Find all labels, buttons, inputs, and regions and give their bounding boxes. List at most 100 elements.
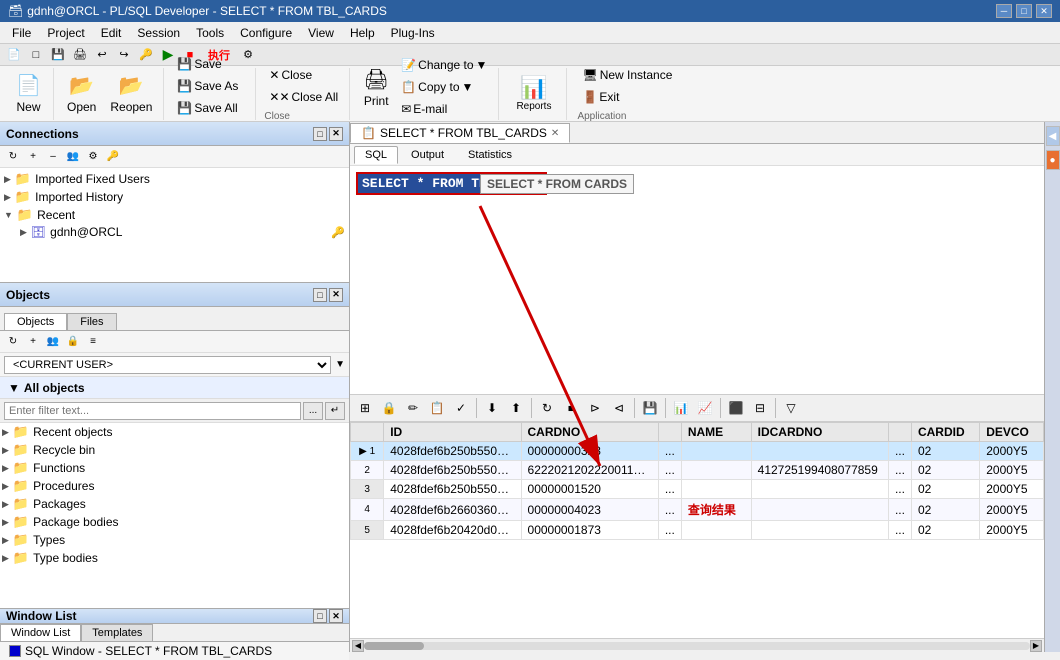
sub-tab-output[interactable]: Output — [400, 146, 455, 164]
res-lock-btn[interactable]: 🔒 — [378, 397, 400, 419]
wl-close-btn[interactable]: ✕ — [329, 609, 343, 623]
tree-obj-functions[interactable]: ▶ 📁 Functions — [0, 459, 349, 477]
menu-view[interactable]: View — [300, 24, 342, 42]
sub-tab-sql[interactable]: SQL — [354, 146, 398, 164]
quick-cmd-btn[interactable]: 🔑 — [136, 46, 156, 64]
tree-item-imported-history[interactable]: ▶ 📁 Imported History — [2, 188, 347, 206]
quick-print-btn[interactable]: 🖨 — [70, 46, 90, 64]
scrollbar-track[interactable] — [364, 642, 1030, 650]
menu-file[interactable]: File — [4, 24, 39, 42]
filter-apply-btn[interactable]: ↵ — [325, 402, 345, 420]
tree-obj-procedures[interactable]: ▶ 📁 Procedures — [0, 477, 349, 495]
obj-lock-btn[interactable]: 🔒 — [64, 334, 82, 350]
scrollbar-thumb[interactable] — [364, 642, 424, 650]
wl-item-sql[interactable]: SQL Window - SELECT * FROM TBL_CARDS — [4, 642, 277, 660]
conn-prop-btn[interactable]: ⚙ — [84, 149, 102, 165]
tree-item-gdnh[interactable]: ▶ 🗄 gdnh@ORCL 🔑 — [18, 224, 347, 240]
res-stop-btn[interactable]: ⏹ — [560, 397, 582, 419]
res-nav-btn[interactable]: ⊳ — [584, 397, 606, 419]
side-bottom-btn[interactable]: ● — [1046, 150, 1060, 170]
tab-window-list[interactable]: Window List — [0, 624, 81, 641]
col-cardid[interactable]: CARDID — [911, 423, 979, 442]
tree-obj-package-bodies[interactable]: ▶ 📁 Package bodies — [0, 513, 349, 531]
reopen-button[interactable]: 📂 Reopen — [105, 70, 157, 117]
tab-files[interactable]: Files — [67, 313, 116, 330]
tree-obj-type-bodies[interactable]: ▶ 📁 Type bodies — [0, 549, 349, 567]
maximize-button[interactable]: □ — [1016, 4, 1032, 18]
res-copy-btn[interactable]: 📋 — [426, 397, 448, 419]
tree-obj-packages[interactable]: ▶ 📁 Packages — [0, 495, 349, 513]
menu-edit[interactable]: Edit — [93, 24, 130, 42]
horizontal-scrollbar[interactable]: ◀ ▶ — [350, 638, 1044, 652]
close-button[interactable]: ✕ Close — [264, 65, 343, 85]
col-id[interactable]: ID — [384, 423, 521, 442]
sub-tab-statistics[interactable]: Statistics — [457, 146, 523, 164]
table-row[interactable]: ▶ 1 4028fdef6b250b55016b25b1870b0002 000… — [351, 442, 1044, 461]
res-up-btn[interactable]: ⬆ — [505, 397, 527, 419]
exit-button[interactable]: 🚪 Exit — [577, 87, 677, 107]
conn-key-btn[interactable]: 🔑 — [104, 149, 122, 165]
res-down-btn[interactable]: ⬇ — [481, 397, 503, 419]
res-refresh-btn[interactable]: ↻ — [536, 397, 558, 419]
conn-group-btn[interactable]: 👥 — [64, 149, 82, 165]
quick-save-btn[interactable]: 💾 — [48, 46, 68, 64]
table-row[interactable]: 4 4028fdef6b266036016b26724bd10006 00000… — [351, 499, 1044, 521]
res-filter-btn[interactable]: ▽ — [780, 397, 802, 419]
menu-help[interactable]: Help — [342, 24, 383, 42]
col-devco[interactable]: DEVCO — [980, 423, 1044, 442]
editor-tab-sql[interactable]: 📋 SELECT * FROM TBL_CARDS ✕ — [350, 123, 570, 143]
conn-add-btn[interactable]: + — [24, 149, 42, 165]
conn-new-btn[interactable]: ↻ — [4, 149, 22, 165]
scroll-right-btn[interactable]: ▶ — [1030, 640, 1042, 652]
menu-plugins[interactable]: Plug-Ins — [383, 24, 443, 42]
col-name[interactable]: NAME — [681, 423, 751, 442]
filter-more-btn[interactable]: ... — [303, 402, 323, 420]
res-export-btn[interactable]: ⬛ — [725, 397, 747, 419]
wl-restore-btn[interactable]: □ — [313, 609, 327, 623]
col-idcardno[interactable]: IDCARDNO — [751, 423, 888, 442]
obj-col-btn[interactable]: ≡ — [84, 334, 102, 350]
conn-delete-btn[interactable]: – — [44, 149, 62, 165]
email-button[interactable]: ✉ E-mail — [396, 99, 492, 119]
change-to-button[interactable]: 📝 Change to ▼ — [396, 55, 492, 75]
new-instance-button[interactable]: 🖥 New Instance — [577, 65, 677, 85]
quick-restore-btn[interactable]: □ — [26, 46, 46, 64]
side-top-btn[interactable]: ◀ — [1046, 126, 1060, 146]
filter-input[interactable] — [4, 402, 301, 420]
save-button[interactable]: 💾 Save — [172, 54, 249, 74]
obj-group-btn[interactable]: 👥 — [44, 334, 62, 350]
col-cardno[interactable]: CARDNO — [521, 423, 658, 442]
table-row[interactable]: 2 4028fdef6b250b55016b25b215190004 62220… — [351, 461, 1044, 480]
table-row[interactable]: 5 4028fdef6b20420d016b209d384a0008 00000… — [351, 521, 1044, 540]
all-objects-selector[interactable]: ▼ All objects — [0, 377, 349, 399]
tree-item-recent[interactable]: ▼ 📁 Recent — [2, 206, 347, 224]
save-as-button[interactable]: 💾 Save As — [172, 76, 249, 96]
quick-undo-btn[interactable]: ↩ — [92, 46, 112, 64]
menu-configure[interactable]: Configure — [232, 24, 300, 42]
res-grid-btn[interactable]: ⊞ — [354, 397, 376, 419]
objects-close-btn[interactable]: ✕ — [329, 288, 343, 302]
connections-restore-btn[interactable]: □ — [313, 127, 327, 141]
sql-tab-close[interactable]: ✕ — [551, 128, 559, 139]
res-first-btn[interactable]: ⊲ — [608, 397, 630, 419]
menu-session[interactable]: Session — [129, 24, 188, 42]
quick-new-btn[interactable]: 📄 — [4, 46, 24, 64]
res-chart-btn[interactable]: 📊 — [670, 397, 692, 419]
open-button[interactable]: 📂 Open — [62, 70, 101, 117]
save-all-button[interactable]: 💾 Save All — [172, 98, 249, 118]
obj-refresh-btn[interactable]: ↻ — [4, 334, 22, 350]
res-save-btn[interactable]: 💾 — [639, 397, 661, 419]
obj-add-btn[interactable]: + — [24, 334, 42, 350]
tree-obj-recycle[interactable]: ▶ 📁 Recycle bin — [0, 441, 349, 459]
reports-button[interactable]: 📊 Reports — [507, 72, 560, 115]
tree-obj-recent[interactable]: ▶ 📁 Recent objects — [0, 423, 349, 441]
res-col-btn[interactable]: ⊟ — [749, 397, 771, 419]
menu-project[interactable]: Project — [39, 24, 92, 42]
copy-to-button[interactable]: 📋 Copy to ▼ — [396, 77, 492, 97]
res-chart2-btn[interactable]: 📈 — [694, 397, 716, 419]
res-edit-btn[interactable]: ✏ — [402, 397, 424, 419]
quick-redo-btn[interactable]: ↪ — [114, 46, 134, 64]
res-check-btn[interactable]: ✓ — [450, 397, 472, 419]
close-window-button[interactable]: ✕ — [1036, 4, 1052, 18]
table-row[interactable]: 3 4028fdef6b250b55016b25b2a1860006 00000… — [351, 480, 1044, 499]
